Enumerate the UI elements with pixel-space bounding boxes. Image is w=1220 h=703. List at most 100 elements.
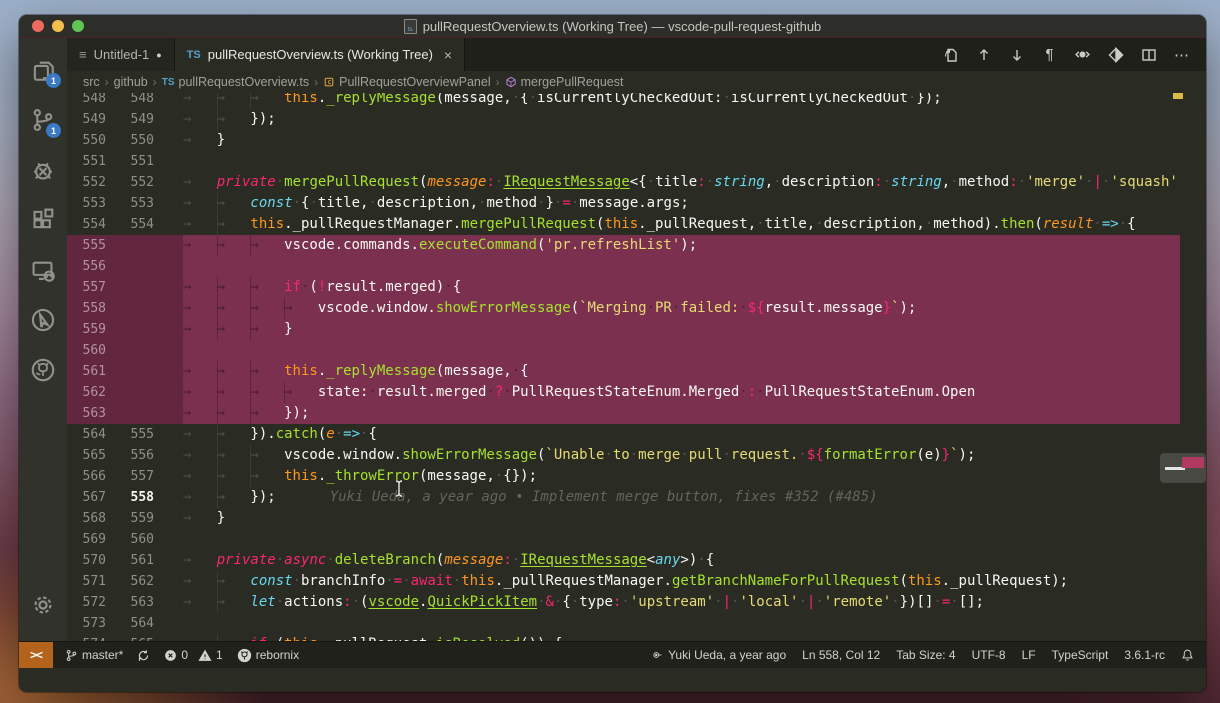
line-number-old: 569 [67, 529, 115, 550]
line-number-new: 553 [115, 193, 163, 214]
error-icon [164, 649, 177, 662]
line-number-old: 555 [67, 235, 115, 256]
editor-actions: ¶ ⋯ [942, 38, 1206, 71]
code-line-removed[interactable]: 560 [67, 340, 1206, 361]
code-line[interactable]: 549549→→}); [67, 109, 1206, 130]
tab-whitespace-arrow: → [183, 172, 217, 193]
split-editor-icon[interactable] [1140, 46, 1157, 63]
line-number-new: 559 [115, 508, 163, 529]
line-number-old: 568 [67, 508, 115, 529]
code-line[interactable]: 570561→private·async·deleteBranch(messag… [67, 550, 1206, 571]
line-number-old: 562 [67, 382, 115, 403]
tab-whitespace-arrow: → [250, 466, 284, 487]
activity-bar: 1 1 [19, 38, 67, 641]
breadcrumb-item-github[interactable]: github [114, 75, 148, 89]
line-number-new: 554 [115, 214, 163, 235]
branch-status[interactable]: master* [65, 648, 123, 662]
notifications-bell-icon[interactable] [1181, 648, 1194, 662]
live-share-icon[interactable] [23, 298, 63, 342]
code-line[interactable]: 566557→→→this._throwError(message,·{}); [67, 466, 1206, 487]
line-number-old: 563 [67, 403, 115, 424]
source-control-icon[interactable]: 1 [23, 98, 63, 142]
code-line[interactable]: 564555→→}).catch(e·=>·{ [67, 424, 1206, 445]
ts-version-status[interactable]: 3.6.1-rc [1124, 648, 1165, 662]
deleted-overview-marker [1182, 457, 1204, 468]
settings-gear-icon[interactable] [23, 583, 63, 627]
language-status[interactable]: TypeScript [1052, 648, 1109, 662]
line-number-new: 548 [115, 93, 163, 109]
sync-button[interactable] [137, 649, 150, 662]
toggle-inline-view-icon[interactable] [1074, 46, 1091, 63]
code-line[interactable]: 565556→→→vscode.window.showErrorMessage(… [67, 445, 1206, 466]
code-line-removed[interactable]: 555→→→vscode.commands.executeCommand('pr… [67, 235, 1206, 256]
tab-whitespace-arrow: → [217, 277, 251, 298]
more-actions-icon[interactable]: ⋯ [1173, 46, 1190, 63]
dirty-indicator-icon[interactable]: ● [156, 50, 161, 60]
remote-explorer-icon[interactable] [23, 248, 63, 292]
cursor-position-status[interactable]: Ln 558, Col 12 [802, 648, 880, 662]
code-line[interactable]: 554554→→this._pullRequestManager.mergePu… [67, 214, 1206, 235]
code-line[interactable]: 574565→→if·(this._pullRequest.isResolved… [67, 634, 1206, 641]
code-line-removed[interactable]: 558→→→→vscode.window.showErrorMessage(`M… [67, 298, 1206, 319]
code-line[interactable]: 548548→→→this._replyMessage(message,·{·i… [67, 93, 1206, 109]
line-number-new: 560 [115, 529, 163, 550]
code-line[interactable]: 569560 [67, 529, 1206, 550]
breadcrumb-item-pullRequestOverview.ts[interactable]: TSpullRequestOverview.ts [162, 75, 309, 89]
code-line-removed[interactable]: 561→→→this._replyMessage(message,·{ [67, 361, 1206, 382]
code-line[interactable]: 553553→→const·{·title,·description,·meth… [67, 193, 1206, 214]
code-line[interactable]: 571562→→const·branchInfo·=·await·this._p… [67, 571, 1206, 592]
tab-whitespace-arrow: → [183, 214, 217, 235]
tab-whitespace-arrow: → [217, 466, 251, 487]
code-line-removed[interactable]: 562→→→→state:·result.merged·?·PullReques… [67, 382, 1206, 403]
breadcrumb-item-mergePullRequest[interactable]: mergePullRequest [505, 75, 624, 89]
line-number-new [115, 298, 163, 319]
debug-icon[interactable] [23, 148, 63, 192]
titlebar: ts pullRequestOverview.ts (Working Tree)… [19, 15, 1206, 38]
close-tab-icon[interactable]: × [444, 47, 452, 63]
line-number-new: 550 [115, 130, 163, 151]
tab-whitespace-arrow: → [250, 382, 284, 403]
tab-pull-request-overview[interactable]: TS pullRequestOverview.ts (Working Tree)… [175, 38, 465, 71]
toggle-whitespace-icon[interactable]: ¶ [1041, 46, 1058, 63]
breadcrumb-item-src[interactable]: src [83, 75, 100, 89]
line-number-old: 559 [67, 319, 115, 340]
line-number-old: 548 [67, 93, 115, 109]
code-line[interactable]: 572563→→let·actions:·(vscode.QuickPickIt… [67, 592, 1206, 613]
github-account-status[interactable]: rebornix [237, 648, 299, 663]
problems-status[interactable]: 0 1 [164, 648, 222, 662]
next-change-icon[interactable] [1008, 46, 1025, 63]
open-file-icon[interactable] [942, 46, 959, 63]
line-number-old: 553 [67, 193, 115, 214]
blame-status[interactable]: Yuki Ueda, a year ago [650, 648, 786, 662]
tab-untitled-1[interactable]: ≡ Untitled-1 ● [67, 38, 175, 71]
code-line[interactable]: 567558→→});Yuki Ueda, a year ago • Imple… [67, 487, 1206, 508]
gitlens-compare-icon[interactable] [1107, 46, 1124, 63]
class-symbol-icon [323, 76, 335, 88]
code-line[interactable]: 573564 [67, 613, 1206, 634]
code-line[interactable]: 550550→} [67, 130, 1206, 151]
remote-indicator[interactable]: >< [19, 642, 53, 668]
code-line[interactable]: 568559→} [67, 508, 1206, 529]
tab-size-status[interactable]: Tab Size: 4 [896, 648, 955, 662]
code-line[interactable]: 551551 [67, 151, 1206, 172]
line-number-new: 555 [115, 424, 163, 445]
code-line-removed[interactable]: 563→→→}); [67, 403, 1206, 424]
untitled-file-icon: ≡ [79, 47, 87, 62]
encoding-status[interactable]: UTF-8 [972, 648, 1006, 662]
tab-label: pullRequestOverview.ts (Working Tree) [208, 47, 433, 62]
extensions-icon[interactable] [23, 198, 63, 242]
eol-status[interactable]: LF [1022, 648, 1036, 662]
previous-change-icon[interactable] [975, 46, 992, 63]
code-line-removed[interactable]: 557→→→if·(!result.merged)·{ [67, 277, 1206, 298]
code-line-removed[interactable]: 559→→→} [67, 319, 1206, 340]
tab-whitespace-arrow: → [250, 361, 284, 382]
editor-surface[interactable]: 548548→→→this._replyMessage(message,·{·i… [67, 93, 1206, 641]
github-icon[interactable] [23, 348, 63, 392]
tab-whitespace-arrow: → [183, 235, 217, 256]
explorer-icon[interactable]: 1 [23, 48, 63, 92]
scrollbar-decorations[interactable] [1160, 453, 1206, 483]
code-line[interactable]: 552552→private·mergePullRequest(message:… [67, 172, 1206, 193]
code-line-removed[interactable]: 556 [67, 256, 1206, 277]
breadcrumb-item-PullRequestOverviewPanel[interactable]: PullRequestOverviewPanel [323, 75, 490, 89]
tab-whitespace-arrow: → [217, 235, 251, 256]
